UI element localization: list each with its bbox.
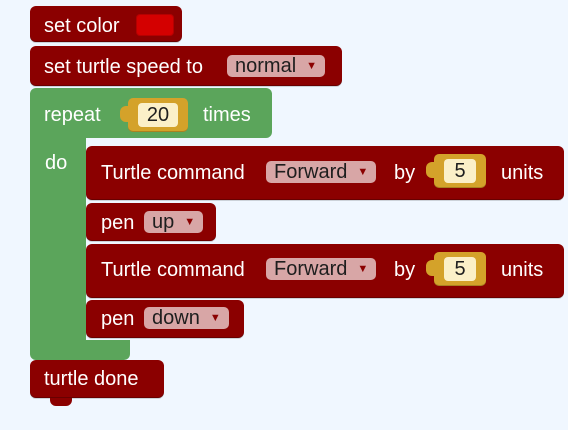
turtle-command-label: Turtle command	[101, 162, 245, 184]
speed-value: normal	[235, 55, 297, 77]
pen-label: pen	[101, 212, 135, 234]
set-color-block[interactable]: set color	[30, 6, 182, 42]
pen-value: down	[152, 307, 200, 329]
repeat-label: repeat	[44, 104, 101, 126]
pen-label: pen	[101, 308, 135, 330]
by-label: by	[394, 259, 416, 281]
chevron-down-icon: ▼	[184, 216, 196, 228]
amount-piece[interactable]: 5	[426, 154, 486, 188]
chevron-down-icon: ▼	[306, 60, 318, 72]
block-workspace[interactable]: set color set turtle speed to normal ▼ r…	[0, 0, 568, 430]
pen-dropdown[interactable]: up ▼	[144, 211, 204, 233]
amount-piece[interactable]: 5	[426, 252, 486, 286]
set-speed-label: set turtle speed to	[44, 56, 203, 78]
repeat-count-piece[interactable]: 20	[120, 98, 188, 132]
bottom-notch	[50, 398, 72, 406]
puzzle-tab-icon	[426, 162, 438, 178]
command-value: Forward	[274, 161, 348, 183]
set-speed-block[interactable]: set turtle speed to normal ▼	[30, 46, 342, 86]
set-color-label: set color	[44, 15, 120, 37]
puzzle-tab-icon	[120, 106, 132, 122]
turtle-done-block[interactable]: turtle done	[30, 360, 164, 398]
color-swatch[interactable]	[136, 14, 174, 36]
amount-field[interactable]: 5	[444, 257, 476, 281]
chevron-down-icon: ▼	[357, 263, 369, 275]
turtle-command-label: Turtle command	[101, 259, 245, 281]
pen-block[interactable]: pen down ▼	[86, 300, 244, 338]
repeat-count-field[interactable]: 20	[138, 103, 178, 127]
command-dropdown[interactable]: Forward ▼	[266, 258, 377, 280]
speed-dropdown[interactable]: normal ▼	[227, 55, 326, 77]
command-dropdown[interactable]: Forward ▼	[266, 161, 377, 183]
units-label: units	[501, 259, 544, 281]
chevron-down-icon: ▼	[357, 166, 369, 178]
repeat-block-footer	[30, 340, 130, 360]
units-label: units	[501, 162, 544, 184]
repeat-times-label: times	[203, 104, 251, 126]
chevron-down-icon: ▼	[209, 312, 221, 324]
turtle-done-label: turtle done	[44, 368, 139, 390]
command-value: Forward	[274, 258, 348, 280]
pen-value: up	[152, 211, 175, 233]
turtle-command-block[interactable]: Turtle command Forward ▼ by 5 units	[86, 146, 564, 200]
amount-field[interactable]: 5	[444, 159, 476, 183]
pen-dropdown[interactable]: down ▼	[144, 307, 229, 329]
pen-block[interactable]: pen up ▼	[86, 203, 216, 241]
repeat-do-label: do	[45, 152, 68, 174]
by-label: by	[394, 162, 416, 184]
puzzle-tab-icon	[426, 260, 438, 276]
turtle-command-block[interactable]: Turtle command Forward ▼ by 5 units	[86, 244, 564, 298]
